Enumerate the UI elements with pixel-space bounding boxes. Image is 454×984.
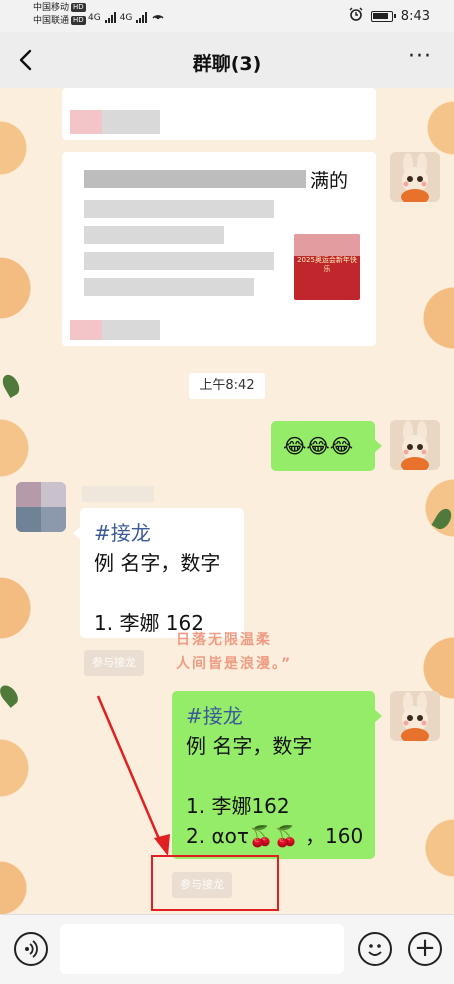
bunny-avatar-icon (390, 420, 440, 470)
bunny-avatar-icon (390, 152, 440, 202)
time-divider: 上午8:42 (189, 373, 265, 399)
status-bar: 中国移动 HD 中国联通 HD 4G 4G 8:43 (0, 0, 454, 32)
avatar-sender[interactable] (16, 482, 66, 532)
shared-card-partial[interactable] (62, 88, 376, 140)
pixel-block (16, 482, 41, 507)
wallpaper-text-line: 日落无限温柔 (176, 632, 272, 648)
bubble-tail (73, 526, 81, 540)
message-line: 2. αoτ🍒🍒 ，160 (186, 824, 364, 848)
carrier-2: 中国联通 HD (33, 16, 86, 26)
card-title-tail: 满的 (310, 170, 349, 192)
plus-icon[interactable]: + (408, 932, 442, 966)
avatar-self[interactable] (390, 691, 440, 741)
join-solitaire-button[interactable]: 参与接龙 (84, 650, 144, 676)
input-bar: + (0, 914, 454, 984)
thumbnail-caption: 2025奥运会新年快乐 (297, 256, 357, 273)
message-input[interactable] (60, 924, 344, 974)
annotation-arrow-icon (96, 695, 170, 856)
chat-title: 群聊(3) (192, 53, 262, 75)
wallpaper-text-line: 人间皆是浪漫。” (176, 656, 293, 672)
battery-icon (370, 10, 396, 22)
avatar-self[interactable] (390, 420, 440, 470)
emoji-icon[interactable] (358, 932, 392, 966)
signal-icon (136, 12, 148, 23)
status-right: 8:43 (349, 7, 430, 25)
card-thumbnail: 2025奥运会新年快乐 (294, 234, 360, 300)
wallpaper-text: 日落无限温柔 人间皆是浪漫。” (176, 628, 292, 676)
message-line: 1. 李娜162 (186, 794, 290, 818)
message-bubble-outgoing[interactable]: #接龙 例 名字，数字 1. 李娜162 2. αoτ🍒🍒 ，160 (172, 691, 382, 859)
sender-name-blurred (82, 486, 154, 502)
blurred-text (84, 226, 224, 244)
message-hashtag: #接龙 (94, 521, 151, 545)
bunny-avatar-icon (390, 691, 440, 741)
nav-bar: 群聊(3) ··· (0, 32, 454, 88)
alarm-icon (349, 7, 363, 25)
more-options-button[interactable]: ··· (408, 44, 432, 69)
bubble-tail (374, 439, 382, 453)
pixel-block (41, 507, 66, 532)
avatar-self[interactable] (390, 152, 440, 202)
clock: 8:43 (400, 8, 430, 24)
pixel-block (41, 482, 66, 507)
message-hashtag: #接龙 (186, 704, 243, 728)
emoji-message-text: 😂😂😂 (283, 434, 354, 458)
message-bubble-outgoing[interactable]: 😂😂😂 (271, 421, 382, 471)
blurred-source-icon (70, 320, 102, 340)
shared-link-card[interactable]: 满的 2025奥运会新年快乐 (62, 152, 376, 346)
message-bubble-incoming[interactable]: #接龙 例 名字，数字 1. 李娜 162 (73, 508, 244, 638)
message-line (94, 578, 230, 608)
chat-area[interactable]: 满的 2025奥运会新年快乐 上午8:42 😂😂😂 #接龙 例 名字，数字 1.… (0, 88, 454, 914)
pixel-block (16, 507, 41, 532)
blurred-title (84, 170, 306, 188)
blurred-text (84, 252, 274, 270)
wallpaper-decoration-right (414, 88, 454, 914)
annotation-highlight-box (151, 855, 279, 911)
blurred-content (70, 110, 102, 134)
carrier-1: 中国移动 HD (33, 3, 86, 13)
signal-icon (104, 12, 116, 23)
voice-icon[interactable] (14, 932, 48, 966)
blurred-text (84, 278, 254, 296)
signal-indicators: 4G 4G (88, 8, 165, 23)
bubble-tail (374, 709, 382, 723)
hotspot-icon (151, 8, 165, 23)
message-line: 例 名字，数字 (186, 734, 313, 758)
message-line: 例 名字，数字 (94, 551, 221, 575)
message-line (186, 761, 361, 791)
blurred-text (84, 200, 274, 218)
